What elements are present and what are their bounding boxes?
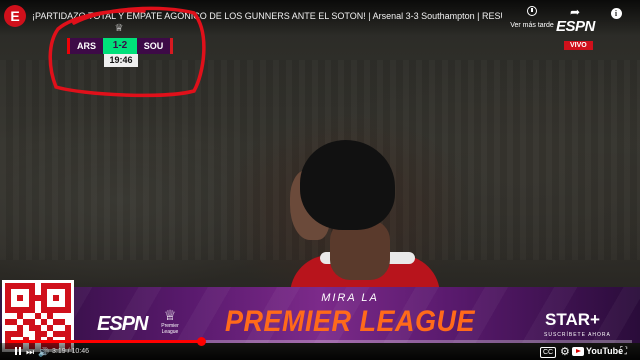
time-display: 3:19 / 10:46	[52, 348, 89, 355]
youtube-play-icon	[572, 346, 584, 356]
progress-fill	[8, 340, 202, 343]
premier-league-lion-icon: ♕	[114, 23, 124, 34]
youtube-label: YouTube	[586, 346, 624, 356]
premier-league-logo: ♕ Premier League	[157, 307, 183, 343]
player-hair	[300, 140, 395, 230]
player-figure	[290, 140, 440, 315]
away-team: SOU	[137, 38, 173, 54]
progress-bar[interactable]	[8, 337, 632, 346]
volume-icon[interactable]: 🔊	[38, 346, 49, 358]
banner-mira-text: MIRA LA	[321, 292, 379, 304]
channel-logo-letter: E	[10, 8, 20, 24]
scoreboard: ARS 1-2 SOU	[67, 38, 173, 54]
pl-lion-icon: ♕	[163, 307, 177, 323]
starplus-logo: STAR+	[545, 310, 600, 329]
info-button[interactable]: i	[588, 6, 640, 20]
suscribete-text: SUSCRÍBETE AHORA	[544, 332, 611, 338]
channel-logo[interactable]: E	[4, 5, 26, 27]
home-team: ARS	[67, 38, 103, 54]
youtube-logo[interactable]: YouTube	[572, 346, 623, 356]
espn-vivo-watermark: ESPN VIVO	[556, 18, 612, 52]
banner-espn-logo: ESPN	[97, 313, 148, 335]
pause-icon[interactable]	[14, 346, 22, 356]
gear-icon[interactable]: ⚙	[560, 346, 570, 358]
next-icon[interactable]: ⏭	[26, 346, 34, 358]
video-title[interactable]: ¡PARTIDAZO TOTAL Y EMPATE AGÓNICO DE LOS…	[32, 11, 502, 21]
vivo-badge: VIVO	[564, 41, 593, 50]
match-clock: 19:46	[104, 54, 138, 67]
fullscreen-icon[interactable]: ⛶	[620, 346, 627, 358]
video-title-bar: E ¡PARTIDAZO TOTAL Y EMPATE AGÓNICO DE L…	[0, 0, 640, 36]
banner-premier-text: PREMIER LEAGUE	[224, 304, 476, 338]
match-score: 1-2	[103, 38, 137, 54]
pl-logo-label: Premier League	[161, 323, 179, 335]
cc-button[interactable]: CC	[540, 347, 557, 358]
info-icon: i	[588, 6, 640, 20]
watch-later-label: Ver más tarde	[510, 22, 554, 29]
espn-logo-text: ESPN	[556, 18, 595, 35]
